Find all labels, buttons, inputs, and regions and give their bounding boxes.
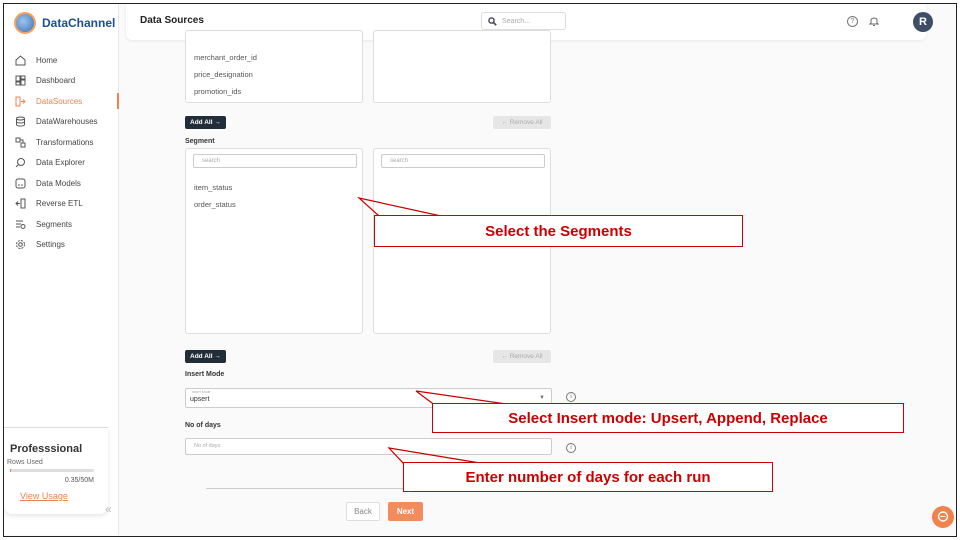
days-input[interactable]: No of days [185, 438, 552, 455]
insert-mode-field-label: Insert Mode [192, 390, 211, 394]
list-item[interactable]: promotion_ids [194, 87, 241, 96]
plan-title: Professsional [10, 443, 83, 455]
sidebar-item-label: Settings [36, 240, 65, 250]
view-usage-link[interactable]: View Usage [20, 491, 68, 501]
insert-mode-label: Insert Mode [185, 371, 225, 378]
sidebar-item-data-explorer[interactable]: Data Explorer [4, 153, 119, 174]
help-icon[interactable]: ? [847, 16, 858, 27]
main-content: merchant_order_id price_designation prom… [126, 30, 956, 535]
segment-search-input[interactable]: search [193, 154, 357, 168]
sidebar-item-label: Home [36, 55, 58, 65]
logo-icon [14, 12, 36, 34]
segments-callout: Select the Segments [374, 215, 743, 247]
search-input[interactable]: Search... [481, 12, 566, 30]
sidebar-item-data-models[interactable]: Data Models [4, 173, 119, 194]
selected-segment-search-input[interactable]: search [381, 154, 545, 168]
remove-all-metrics-button[interactable]: ← Remove All [493, 116, 551, 129]
sidebar-item-segments[interactable]: Segments [4, 214, 119, 235]
sidebar-item-dashboard[interactable]: Dashboard [4, 71, 119, 92]
available-segments-list[interactable]: search item_status order_status [185, 148, 363, 334]
days-info-icon[interactable]: i [566, 443, 576, 453]
add-all-segments-button[interactable]: Add All → [185, 350, 226, 363]
sidebar-nav: Home Dashboard DataSources DataWarehouse… [4, 50, 119, 255]
search-icon [488, 16, 497, 26]
days-callout: Enter number of days for each run [403, 462, 773, 492]
insert-mode-value: upsert [190, 396, 210, 403]
sidebar-item-label: DataWarehouses [36, 117, 98, 127]
bell-icon[interactable] [869, 15, 879, 27]
remove-all-segments-button[interactable]: ← Remove All [493, 350, 551, 363]
segments-icon [14, 218, 26, 230]
insert-mode-callout: Select Insert mode: Upsert, Append, Repl… [432, 403, 904, 433]
sidebar-item-transformations[interactable]: Transformations [4, 132, 119, 153]
models-icon [14, 177, 26, 189]
back-button[interactable]: Back [346, 502, 380, 521]
reverse-etl-icon [14, 198, 26, 210]
usage-value: 0.35/50M [64, 477, 94, 484]
search-placeholder: Search... [502, 17, 531, 25]
home-icon [14, 54, 26, 66]
transform-icon [14, 136, 26, 148]
plan-card: Professsional Rows Used 0.35/50M View Us… [4, 427, 108, 514]
app-window: DataChannel Home Dashboard DataSources D… [3, 3, 957, 537]
dashboard-icon [14, 75, 26, 87]
sidebar-item-home[interactable]: Home [4, 50, 119, 71]
available-metrics-list[interactable]: merchant_order_id price_designation prom… [185, 30, 363, 103]
sidebar-item-label: Data Models [36, 178, 81, 188]
explorer-icon [14, 157, 26, 169]
sidebar-item-datasources[interactable]: DataSources [4, 91, 119, 112]
avatar[interactable]: R [913, 12, 933, 32]
settings-icon [14, 239, 26, 251]
sidebar-item-label: Dashboard [36, 76, 76, 86]
sidebar-item-label: Reverse ETL [36, 199, 83, 209]
sidebar-item-label: Transformations [36, 137, 94, 147]
list-item[interactable]: order_status [194, 200, 236, 209]
segment-label: Segment [185, 138, 215, 145]
add-all-metrics-button[interactable]: Add All → [185, 116, 226, 129]
selected-metrics-list[interactable] [373, 30, 551, 103]
sidebar-item-settings[interactable]: Settings [4, 235, 119, 256]
brand-name: DataChannel [42, 16, 116, 30]
chevron-down-icon: ▼ [539, 395, 545, 401]
list-item[interactable]: price_designation [194, 70, 253, 79]
usage-progress-fill [10, 469, 11, 472]
sidebar-item-label: Segments [36, 219, 73, 229]
list-item[interactable]: merchant_order_id [194, 53, 257, 62]
sidebar-item-label: Data Explorer [36, 158, 85, 168]
sidebar-item-reverse-etl[interactable]: Reverse ETL [4, 194, 119, 215]
logo[interactable]: DataChannel [14, 12, 115, 34]
database-icon [14, 116, 26, 128]
sidebar-item-label: DataSources [36, 96, 83, 106]
collapse-sidebar-icon[interactable]: « [105, 502, 112, 516]
rows-used-label: Rows Used [7, 459, 43, 466]
sidebar: DataChannel Home Dashboard DataSources D… [4, 4, 119, 535]
usage-progress-bar [10, 469, 94, 472]
datasources-icon [14, 95, 26, 107]
next-button[interactable]: Next [388, 502, 423, 521]
days-label: No of days [185, 422, 221, 429]
page-title: Data Sources [140, 15, 204, 26]
sidebar-item-datawarehouses[interactable]: DataWarehouses [4, 112, 119, 133]
chat-icon [937, 511, 949, 522]
list-item[interactable]: item_status [194, 183, 232, 192]
chat-button[interactable] [932, 506, 954, 528]
insert-mode-info-icon[interactable]: i [566, 392, 576, 402]
